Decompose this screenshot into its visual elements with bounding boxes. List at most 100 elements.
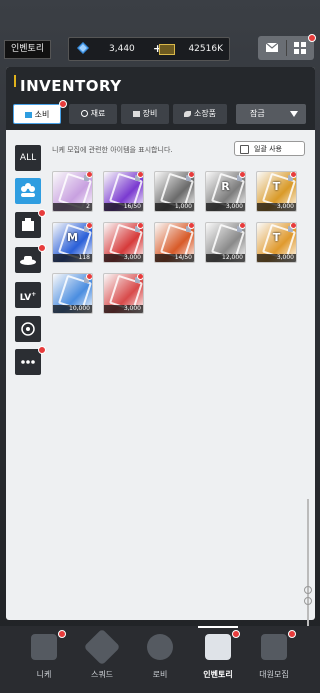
credit-value: 42516K (188, 44, 223, 54)
inventory-icon (22, 218, 34, 231)
item-count: 3,000 (104, 254, 143, 262)
gem-icon (77, 42, 89, 54)
item-slot[interactable]: T 3,000 (256, 222, 297, 263)
currency-bar[interactable]: 3,440 + 42516K (68, 37, 230, 61)
nav-inventory[interactable]: 인벤토리 (188, 626, 248, 693)
tab-consumable[interactable]: 소비 (13, 104, 61, 124)
lobby-icon (147, 634, 173, 660)
tab-material[interactable]: 재료 (69, 104, 117, 124)
nav-badge (58, 630, 66, 638)
checkbox-icon (240, 145, 249, 154)
item-glyph: M (67, 231, 78, 244)
hint-text: 니케 모집에 관련한 아이템을 표시합니다. (52, 146, 173, 154)
category-badge (38, 244, 46, 252)
category-inventory[interactable] (15, 212, 41, 238)
item-count: 3,000 (257, 254, 296, 262)
inventory-panel: INVENTORY 소비 재료 장비 소장품 잠금 ALL LV+ 니케 모집에… (6, 67, 315, 659)
new-badge (86, 172, 92, 178)
new-badge (137, 223, 143, 229)
hat-icon (20, 256, 36, 265)
credit-icon (159, 44, 175, 55)
top-bar: 인벤토리 3,440 + 42516K (0, 0, 320, 62)
item-slot[interactable]: 1,000 (154, 171, 195, 212)
nav-label: 니케 (36, 670, 52, 679)
tab-equipment[interactable]: 장비 (121, 104, 169, 124)
menu-grid-icon[interactable] (294, 42, 306, 54)
mail-icon[interactable] (266, 43, 278, 52)
active-indicator (198, 626, 238, 628)
new-badge (239, 172, 245, 178)
item-slot[interactable]: 3,000 (103, 222, 144, 263)
item-count: 16/50 (104, 203, 143, 211)
item-slot[interactable]: 10,000 (52, 273, 93, 314)
panel-header: INVENTORY 소비 재료 장비 소장품 잠금 (6, 67, 315, 130)
equipment-icon (132, 110, 140, 117)
squad-icon (83, 628, 121, 666)
category-badge (38, 346, 46, 354)
scroll-down-icon[interactable] (304, 597, 312, 605)
item-count: 3,000 (206, 203, 245, 211)
item-glyph: R (221, 180, 230, 193)
notification-dot (308, 34, 316, 42)
title-accent (14, 75, 16, 87)
item-count: 14/50 (155, 254, 194, 262)
consumable-icon (24, 111, 32, 118)
divider (286, 40, 287, 56)
nav-squad[interactable]: 스쿼드 (72, 626, 132, 693)
item-slot[interactable]: 12,000 (205, 222, 246, 263)
bulk-use-checkbox[interactable]: 일괄 사용 (234, 141, 305, 156)
item-count: 1,000 (155, 203, 194, 211)
item-slot[interactable]: M 118 (52, 222, 93, 263)
new-badge (239, 223, 245, 229)
new-badge (86, 223, 92, 229)
mail-menu-group[interactable] (258, 34, 316, 60)
location-label: 인벤토리 (4, 40, 52, 59)
new-badge (290, 223, 296, 229)
nav-lobby[interactable]: 로비 (130, 626, 190, 693)
nav-badge (288, 630, 296, 638)
tab-collection[interactable]: 소장품 (173, 104, 227, 124)
scroll-up-icon[interactable] (304, 586, 312, 594)
bottom-nav: 니케 스쿼드 로비 인벤토리 대원모집 (0, 626, 320, 693)
recruit-clipboard-icon (261, 634, 287, 660)
item-slot[interactable]: 16/50 (103, 171, 144, 212)
category-hat[interactable] (15, 247, 41, 273)
nav-label: 스쿼드 (90, 670, 114, 679)
item-slot[interactable]: 14/50 (154, 222, 195, 263)
item-slot[interactable]: 3,000 (103, 273, 144, 314)
item-slot[interactable]: R 3,000 (205, 171, 246, 212)
new-badge (290, 172, 296, 178)
item-glyph: T (272, 180, 281, 193)
new-badge (86, 274, 92, 280)
nav-badge (232, 630, 240, 638)
item-count: 118 (53, 254, 92, 262)
sort-dropdown[interactable]: 잠금 (236, 104, 306, 124)
collection-icon (183, 110, 191, 117)
item-count: 3,000 (257, 203, 296, 211)
nav-nikke[interactable]: 니케 (14, 626, 74, 693)
gem-value: 3,440 (109, 44, 135, 54)
item-slot[interactable]: 2 (52, 171, 93, 212)
item-count: 3,000 (104, 305, 143, 313)
nav-label: 대원모집 (259, 670, 289, 679)
item-count: 2 (53, 203, 92, 211)
chevron-down-icon (290, 111, 298, 117)
inventory-icon (205, 634, 231, 660)
item-count: 12,000 (206, 254, 245, 262)
new-badge (188, 172, 194, 178)
item-slot[interactable]: T 3,000 (256, 171, 297, 212)
category-more[interactable] (15, 349, 41, 375)
nav-recruit[interactable]: 대원모집 (244, 626, 304, 693)
bulk-use-label: 일괄 사용 (254, 145, 282, 153)
category-level[interactable]: LV+ (15, 282, 41, 308)
category-all[interactable]: ALL (15, 145, 41, 171)
material-icon (80, 110, 88, 117)
category-recruit[interactable] (15, 178, 41, 204)
nikke-icon (31, 634, 57, 660)
target-icon (21, 322, 35, 336)
tab-consumable-badge (59, 100, 67, 108)
nav-label: 로비 (152, 670, 168, 679)
new-badge (188, 223, 194, 229)
category-target[interactable] (15, 316, 41, 342)
category-badge (38, 209, 46, 217)
